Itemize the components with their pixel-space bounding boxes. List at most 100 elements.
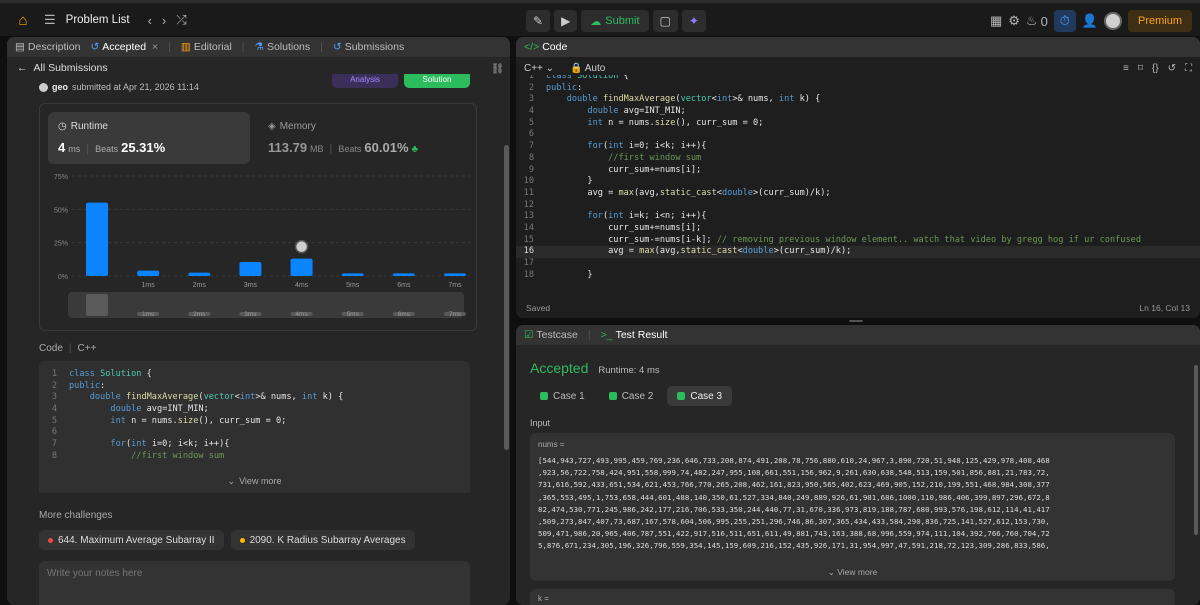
leetcode-logo-icon[interactable]: ⌂ — [12, 9, 34, 31]
code-line: 2 public: — [39, 381, 470, 393]
chart-bar — [86, 202, 108, 276]
submit-button[interactable]: ☁ Submit — [581, 10, 649, 32]
case-label: Case 2 — [621, 390, 654, 402]
tab-solutions[interactable]: ⚗ Solutions — [255, 41, 311, 53]
back-arrow-icon[interactable]: ← — [17, 62, 28, 74]
tab-accepted[interactable]: ↺ Accepted × — [90, 41, 158, 53]
case-2-tab[interactable]: Case 2 — [599, 386, 664, 406]
braces-icon[interactable]: {} — [1152, 63, 1159, 74]
next-problem-icon[interactable]: › — [162, 13, 166, 28]
auto-mode[interactable]: 🔒 Auto — [570, 63, 605, 74]
settings-icon[interactable]: ⚙ — [1008, 13, 1020, 29]
runtime-label: Runtime — [70, 121, 108, 132]
prev-problem-icon[interactable]: ‹ — [148, 13, 152, 28]
code-line: 4 double avg=INT_MIN; — [39, 404, 470, 416]
solution-button[interactable]: Solution — [404, 74, 470, 88]
format-icon[interactable]: ≡ — [1123, 63, 1129, 74]
challenge-chip[interactable]: 2090. K Radius Subarray Averages — [230, 530, 415, 550]
tab-testcase[interactable]: ☑ Testcase — [524, 329, 578, 341]
runtime-panel[interactable]: ◷ Runtime 4 ms | Beats 25.31% — [48, 112, 250, 164]
line-number: 7 — [51, 439, 57, 450]
line-number: 2 — [528, 82, 534, 93]
tab-label: Submissions — [344, 41, 405, 53]
chart-bar — [290, 258, 313, 276]
case-3-tab[interactable]: Case 3 — [667, 386, 733, 406]
challenge-chip[interactable]: 644. Maximum Average Subarray II — [39, 530, 224, 550]
scrollbar[interactable] — [1194, 365, 1198, 535]
submitted-code-block: 1 class Solution {2 public: 3 double findMa… — [39, 361, 470, 493]
editor-code-area[interactable]: 1 class Solution {2 public: 3 double findMa… — [516, 75, 1200, 295]
k-variable-label: k = — [538, 594, 549, 603]
avatar[interactable] — [1103, 12, 1122, 30]
left-panel: ▤ Description ↺ Accepted × | ▥ Editorial | ⚗… — [7, 37, 510, 605]
streak-counter[interactable]: ♨ 0 — [1026, 13, 1048, 29]
line-number: 8 — [528, 152, 534, 163]
close-icon[interactable]: × — [152, 41, 158, 53]
tab-editorial[interactable]: ▥ Editorial — [181, 41, 232, 53]
language-select[interactable]: C++ ⌄ — [524, 63, 554, 74]
nums-line: 509,471,986,20,965,406,787,551,422,917,5… — [538, 529, 1050, 539]
line-number: 11 — [523, 187, 534, 198]
top-bar: ⌂ ☰ Problem List ‹ › ⤮ ✎ ▶ ☁ Submit ▢ ✦ ▦… — [0, 0, 1200, 36]
run-button[interactable]: ▶ — [554, 10, 578, 32]
code-line: 4 double avg=INT_MIN; — [516, 106, 1200, 118]
line-code: double avg=INT_MIN; — [110, 404, 209, 415]
notes-textarea[interactable]: Write your notes here — [39, 561, 470, 605]
timer-icon[interactable]: ⏱ — [1053, 10, 1076, 32]
username[interactable]: geo — [52, 82, 68, 92]
code-line: 1 class Solution { — [516, 75, 1200, 83]
add-user-icon[interactable]: 👤 — [1082, 13, 1098, 29]
line-code: curr_sum+=nums[i]; — [546, 222, 702, 233]
view-more-button[interactable]: ⌄ View more — [530, 567, 1175, 578]
line-number: 10 — [523, 176, 534, 187]
code-snippet: 1 class Solution {2 public: 3 double findMa… — [39, 369, 470, 463]
memory-values: 113.79 MB | Beats 60.01% ♣ — [268, 140, 419, 155]
line-code: class Solution { — [546, 75, 629, 81]
line-number: 16 — [523, 246, 534, 257]
layout-icon[interactable]: ▦ — [990, 13, 1002, 29]
scrollbar[interactable] — [504, 145, 509, 450]
mode-label: Auto — [584, 62, 606, 74]
accepted-status: Accepted — [530, 360, 589, 376]
tab-description[interactable]: ▤ Description — [15, 41, 80, 53]
problem-list-link[interactable]: Problem List — [66, 14, 130, 26]
tab-test-result[interactable]: >_ Test Result — [601, 329, 668, 341]
tab-code[interactable]: </> Code — [524, 41, 567, 53]
code-icon: </> — [524, 41, 540, 53]
premium-button[interactable]: Premium — [1127, 10, 1192, 32]
x-tick-label: 4ms — [295, 282, 309, 289]
line-number: 14 — [523, 222, 534, 233]
editor-header: </> Code — [516, 37, 1200, 57]
y-tick-label: 75% — [54, 174, 68, 181]
link-icon[interactable]: ⛓ — [491, 62, 504, 75]
resize-handle[interactable] — [849, 320, 863, 322]
view-more-button[interactable]: ⌄ View more — [39, 469, 470, 493]
line-code: double findMaxAverage(vector<int>& nums,… — [89, 392, 344, 403]
notes-button[interactable]: ▢ — [652, 10, 678, 32]
memory-panel[interactable]: ◈ Memory 113.79 MB | Beats 60.01% ♣ — [258, 112, 468, 164]
all-submissions-link[interactable]: All Submissions — [34, 62, 108, 74]
analysis-button[interactable]: Analysis — [332, 74, 398, 88]
ai-button[interactable]: ✦ — [681, 10, 706, 32]
range-tick-label: 2ms — [193, 311, 206, 318]
challenge-label: 2090. K Radius Subarray Averages — [249, 534, 406, 546]
fullscreen-icon[interactable]: ⛶ — [1185, 63, 1192, 74]
user-avatar-marker — [294, 239, 309, 254]
case-1-tab[interactable]: Case 1 — [530, 386, 595, 406]
runtime-distribution-chart[interactable]: 75% 50% 25% 0% 1ms 2ms 3ms 4ms 5ms 6ms 7ms 1ms 2ms 3m… — [40, 166, 478, 326]
line-code: curr_sum-=nums[i-k]; // removing previou… — [546, 234, 1142, 245]
runtime-header: ◷ Runtime — [58, 121, 108, 132]
streak-count: 0 — [1040, 13, 1048, 29]
runtime-unit: ms — [68, 144, 81, 154]
line-number: 1 — [528, 75, 534, 81]
flask-icon: ⚗ — [254, 41, 264, 53]
challenge-label: 644. Maximum Average Subarray II — [58, 534, 215, 546]
shuffle-icon[interactable]: ⤮ — [176, 12, 186, 28]
result-tabs: ☑ Testcase | >_ Test Result — [516, 325, 1200, 345]
reset-icon[interactable]: ↺ — [1168, 63, 1176, 74]
debug-button[interactable]: ✎ — [526, 10, 551, 32]
bookmark-icon[interactable]: ⌑ — [1138, 63, 1143, 74]
code-language: C++ — [77, 343, 97, 354]
chevron-down-icon: ⌄ — [227, 475, 236, 486]
tab-submissions[interactable]: ↺ Submissions — [333, 41, 404, 53]
